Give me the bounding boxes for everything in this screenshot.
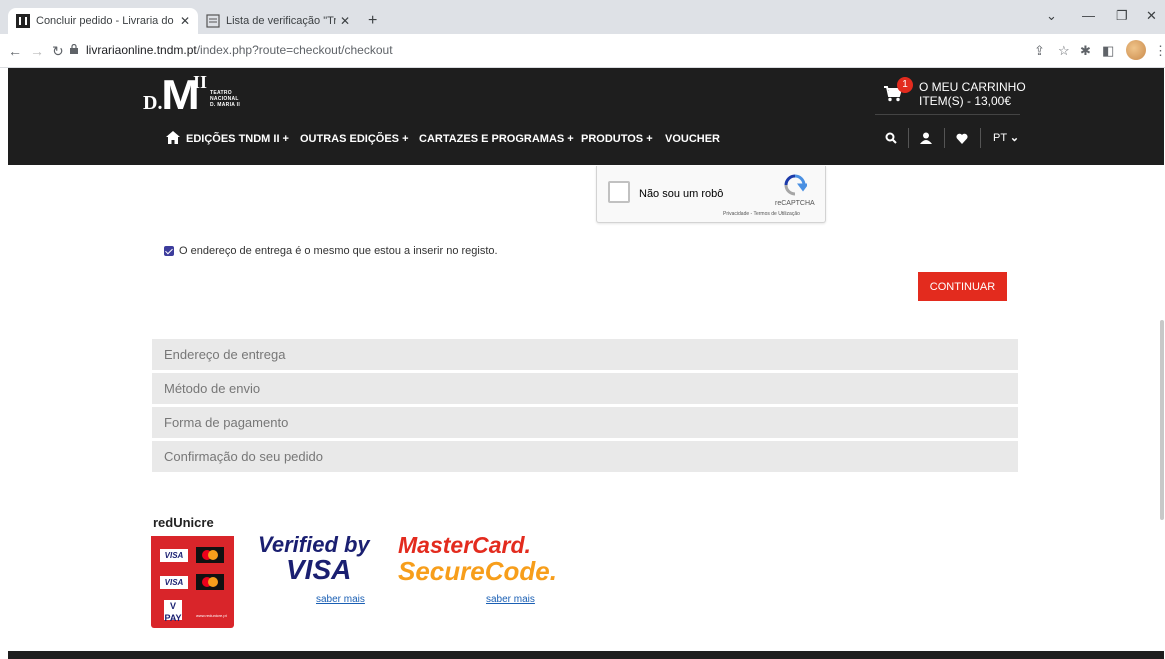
header-divider [875,114,1020,115]
menu-outras-edicoes[interactable]: OUTRAS EDIÇÕES + [300,133,409,145]
profile-avatar[interactable] [1126,40,1146,60]
window-close-icon[interactable]: ✕ [1146,8,1157,24]
recaptcha-privacy-links[interactable]: Privacidade - Termos de Utilização [723,211,800,217]
visa-mini-logo-2: VISA [160,576,188,589]
saber-mais-visa-link[interactable]: saber mais [316,594,365,605]
panel-payment-method[interactable]: Forma de pagamento [152,407,1018,438]
checklist-favicon-icon [206,14,220,28]
visa-mini-logo: VISA [160,549,188,562]
restore-icon[interactable]: ❐ [1116,8,1128,24]
minimize-icon[interactable]: — [1082,8,1095,23]
cart-items-total: ITEM(S) - 13,00€ [919,94,1012,108]
logo-d[interactable]: D. [143,92,162,115]
mastercard-mini-logo [196,547,224,563]
tab-close-icon[interactable]: ✕ [180,14,190,28]
panel-delivery-address[interactable]: Endereço de entrega [152,339,1018,370]
bookmark-star-icon[interactable]: ☆ [1058,43,1070,59]
redunicre-url: www.redunicre.pt [196,613,227,618]
url-path: /index.php?route=checkout/checkout [196,43,393,57]
header-separator [908,128,909,148]
forward-icon[interactable]: → [30,43,44,59]
same-address-label: O endereço de entrega é o mesmo que esto… [179,245,498,257]
logo-ii[interactable]: II [193,72,207,93]
extensions-icon[interactable]: ✱ [1080,43,1091,59]
panel-shipping-method[interactable]: Método de envio [152,373,1018,404]
menu-voucher[interactable]: VOUCHER [665,133,720,145]
logo-line-3: D. MARIA II [210,102,241,108]
tab-search-icon[interactable]: ⌄ [1046,8,1057,24]
tab-title: Lista de verificação "Transação" [226,15,336,27]
recaptcha-checkbox[interactable] [608,181,630,203]
cart-summary[interactable]: O MEU CARRINHO ITEM(S) - 13,00€ [919,80,1026,108]
menu-produtos[interactable]: PRODUTOS + [581,133,653,145]
reload-icon[interactable]: ↻ [52,43,64,60]
tab-checklist[interactable]: Lista de verificação "Transação" ✕ [198,8,358,34]
home-icon[interactable] [166,131,180,144]
tab-title: Concluir pedido - Livraria do Tea [36,15,176,27]
user-icon[interactable] [920,132,932,144]
recaptcha-widget: Não sou um robô reCAPTCHA Privacidade - … [596,166,826,223]
maestro-mini-logo [196,574,224,590]
recaptcha-brand: reCAPTCHA [775,200,815,207]
chevron-down-icon: ⌄ [1009,132,1020,144]
site-footer [8,651,1164,659]
search-icon[interactable] [885,132,897,144]
language-label: PT [993,132,1007,144]
cart-count-badge: 1 [897,77,913,93]
verified-by-visa-logo-visa: VISA [286,554,352,585]
new-tab-icon[interactable]: + [368,12,377,30]
mastercard-securecode-logo: MasterCard. [398,532,531,558]
continue-button[interactable]: CONTINUAR [918,272,1007,301]
menu-cartazes-programas[interactable]: CARTAZES E PROGRAMAS + [419,133,574,145]
heart-icon[interactable] [956,133,968,144]
url-field[interactable]: livrariaonline.tndm.pt/index.php?route=c… [86,43,393,57]
menu-edicoes-tndm[interactable]: EDIÇÕES TNDM II + [186,133,289,145]
browser-tab-strip: Concluir pedido - Livraria do Tea ✕ List… [0,0,1165,34]
panel-order-confirmation[interactable]: Confirmação do seu pedido [152,441,1018,472]
logo-text: TEATRO NACIONAL D. MARIA II [210,90,240,108]
lock-icon [70,44,78,54]
header-separator [980,128,981,148]
tab-close-icon[interactable]: ✕ [340,14,350,28]
same-address-checkbox[interactable] [164,246,174,256]
share-icon[interactable]: ⇪ [1034,43,1045,59]
tndm-favicon-icon [16,14,30,28]
same-address-option[interactable]: O endereço de entrega é o mesmo que esto… [164,245,498,257]
mastercard-securecode-logo-secure: SecureCode. [398,556,557,586]
redunicre-logo: redUnicre [153,515,214,530]
recaptcha-logo-icon [784,174,807,196]
recaptcha-label: Não sou um robô [639,188,724,200]
back-icon[interactable]: ← [8,43,22,59]
sidepanel-icon[interactable]: ◧ [1102,43,1114,59]
cart-title: O MEU CARRINHO [919,80,1026,94]
url-host: livrariaonline.tndm.pt [86,43,197,57]
address-bar: ← → ↻ livrariaonline.tndm.pt/index.php?r… [0,34,1165,68]
saber-mais-mastercard-link[interactable]: saber mais [486,594,535,605]
page-scrollbar[interactable] [1160,320,1164,520]
tab-checkout[interactable]: Concluir pedido - Livraria do Tea ✕ [8,8,198,34]
language-selector[interactable]: PT ⌄ [993,131,1019,144]
menu-dots-icon[interactable]: ⋮ [1154,43,1165,59]
vpay-logo: V PAY [164,600,182,623]
header-separator [944,128,945,148]
